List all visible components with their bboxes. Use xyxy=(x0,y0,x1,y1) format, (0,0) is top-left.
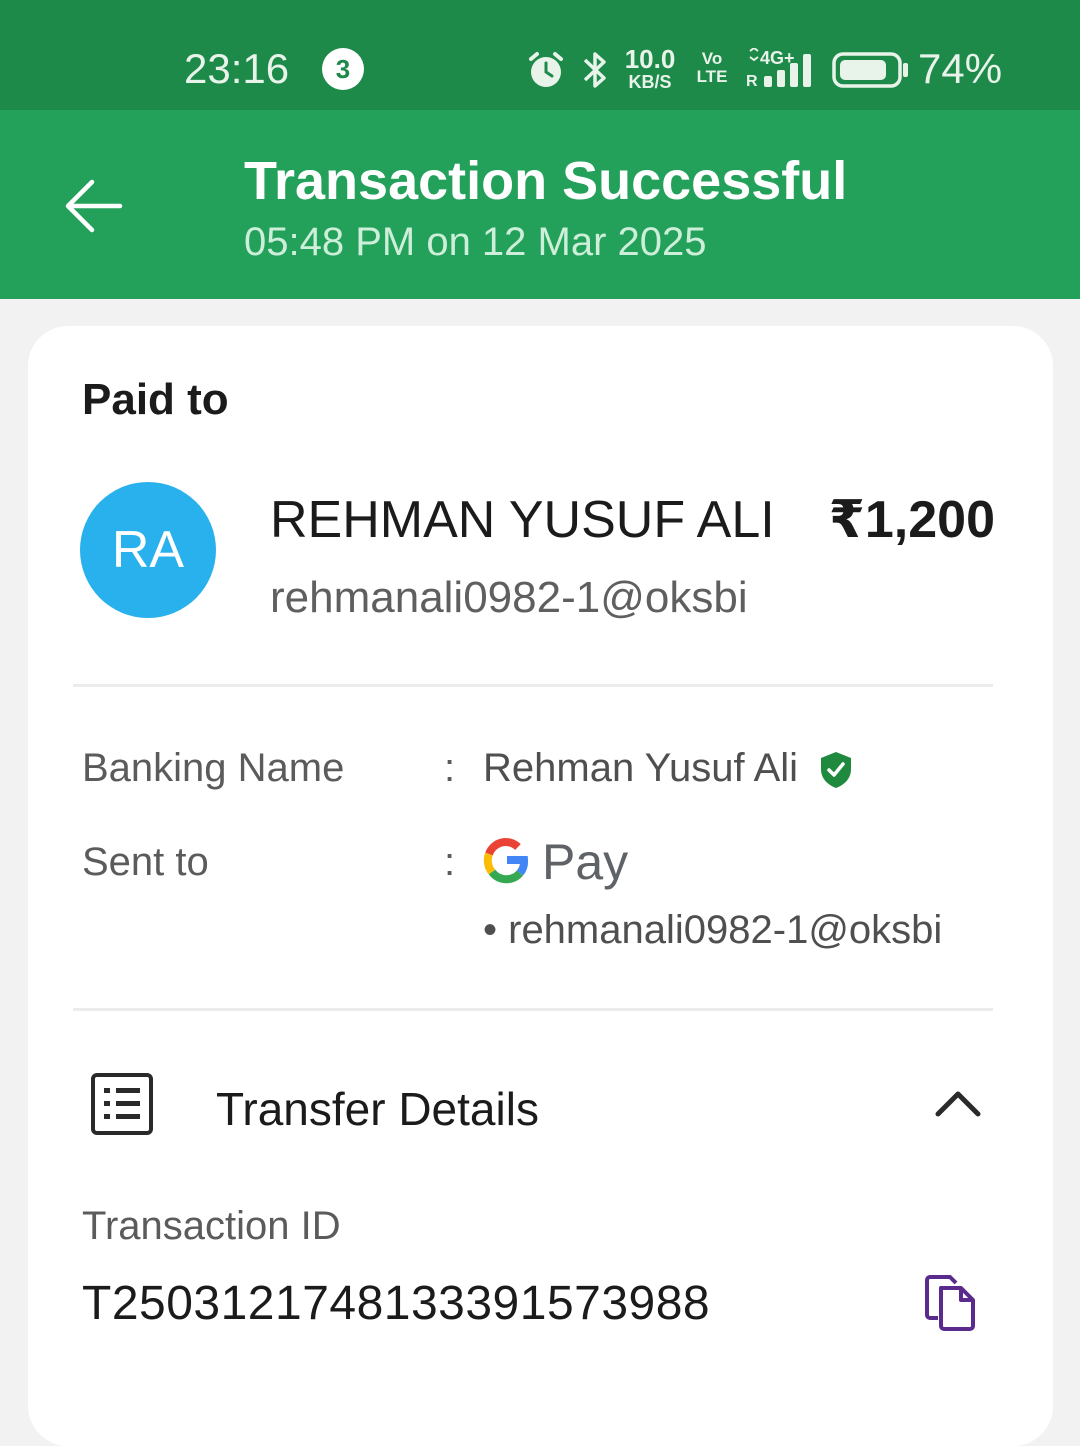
bluetooth-icon xyxy=(583,52,606,88)
app-bar: Transaction Successful 05:48 PM on 12 Ma… xyxy=(0,110,1080,299)
volte-line2: LTE xyxy=(696,67,728,86)
page-title: Transaction Successful xyxy=(244,151,848,211)
verified-shield-icon xyxy=(821,752,851,788)
sent-to-upi-id: • rehmanali0982-1@oksbi xyxy=(483,908,943,952)
gpay-text: Pay xyxy=(542,834,629,890)
arrow-left-icon[interactable] xyxy=(60,172,128,240)
receipt-list-icon xyxy=(91,1073,153,1135)
signal-icon: 4G+ R xyxy=(746,48,811,90)
notification-count-badge: 3 xyxy=(322,48,364,90)
network-speed-unit: KB/S xyxy=(628,72,672,92)
status-time: 23:16 xyxy=(184,45,290,92)
paid-to-label: Paid to xyxy=(82,375,229,424)
divider xyxy=(73,684,993,687)
network-speed: 10.0 KB/S xyxy=(620,46,680,92)
roaming-label: R xyxy=(746,73,758,90)
status-bar: 23:16 3 10.0 KB/S Vo LTE 4G+ R 74% xyxy=(0,0,1080,110)
google-g-icon xyxy=(483,837,529,884)
sent-to-label: Sent to xyxy=(82,840,209,884)
volte-line1: Vo xyxy=(701,49,723,68)
volte-indicator: Vo LTE xyxy=(690,50,734,86)
transfer-details-label[interactable]: Transfer Details xyxy=(216,1082,539,1136)
banking-name-colon: : xyxy=(444,746,456,790)
copy-icon[interactable] xyxy=(924,1274,978,1332)
battery-icon xyxy=(832,52,908,88)
chevron-up-icon[interactable] xyxy=(932,1084,984,1124)
divider xyxy=(73,1008,993,1011)
avatar: RA xyxy=(80,482,216,618)
alarm-icon xyxy=(529,52,563,87)
payee-name: REHMAN YUSUF ALI xyxy=(270,491,775,549)
payee-upi-id: rehmanali0982-1@oksbi xyxy=(270,573,748,622)
network-type-label: 4G+ xyxy=(760,48,795,68)
transaction-id-label: Transaction ID xyxy=(82,1204,341,1248)
transaction-card: Paid to RA REHMAN YUSUF ALI ₹1,200 rehma… xyxy=(28,326,1053,1446)
amount: ₹1,200 xyxy=(828,491,995,549)
banking-name-value: Rehman Yusuf Ali xyxy=(483,746,799,790)
transaction-datetime: 05:48 PM on 12 Mar 2025 xyxy=(244,220,707,264)
banking-name-label: Banking Name xyxy=(82,746,345,790)
battery-percent: 74% xyxy=(918,45,1003,92)
transaction-id-value: T2503121748133391573988 xyxy=(82,1277,711,1330)
sent-to-colon: : xyxy=(444,840,456,884)
network-speed-value: 10.0 xyxy=(624,44,676,74)
